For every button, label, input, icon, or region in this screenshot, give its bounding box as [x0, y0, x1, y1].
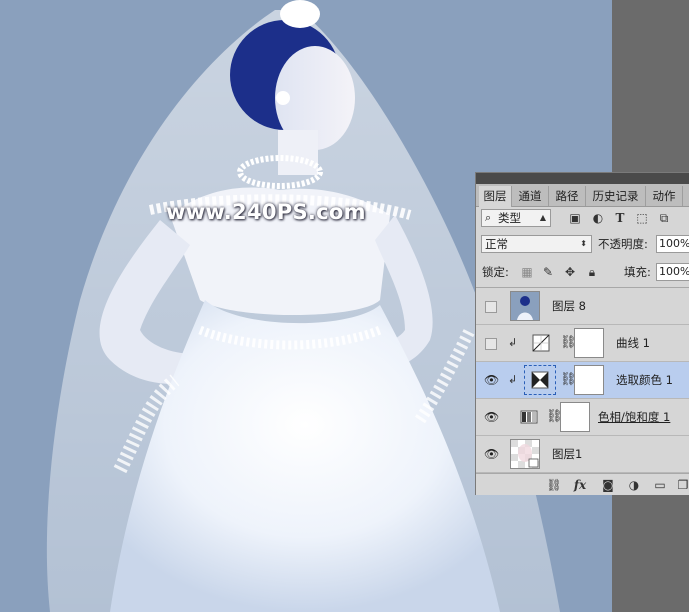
fill-input[interactable]: 100% — [656, 263, 689, 281]
layer-name[interactable]: 选取颜色 1 — [616, 372, 673, 388]
layer-row[interactable]: 👁︎ ⛓ 色相/饱和度 1 — [476, 399, 689, 436]
layer-name[interactable]: 色相/饱和度 1 — [598, 409, 670, 425]
tab-layers[interactable]: 图层 — [479, 186, 512, 207]
panel-footer: ⛓ fx ◙ ◑ ▭ ❐ — [476, 473, 689, 495]
layer-list: 图层 8 ↲ ⛓ 曲线 1 👁︎ ↲ ⛓ 选取颜色 1 👁︎ ⛓ 色相/饱和度 … — [476, 287, 689, 474]
new-group-icon[interactable]: ▭ — [652, 477, 668, 493]
updown-arrow-icon: ⬍ — [580, 239, 587, 248]
image-filter-icon[interactable]: ▣ — [568, 211, 582, 225]
fx-icon[interactable]: fx — [572, 477, 588, 493]
opacity-input[interactable]: 100% — [656, 235, 689, 253]
selective-color-adjustment-icon — [531, 371, 549, 389]
layer-mask-thumbnail[interactable] — [574, 328, 604, 358]
layer-row[interactable]: 👁︎ ↲ ⛓ 选取颜色 1 — [476, 362, 689, 399]
opacity-label: 不透明度: — [598, 237, 648, 251]
layers-panel: 图层 通道 路径 历史记录 动作 ⌕ 类型 ▲ ▣ ◐ T ⬚ ⧉ 正常 ⬍ 不… — [475, 172, 689, 495]
search-icon: ⌕ — [485, 211, 492, 224]
hue-saturation-adjustment-icon — [520, 410, 538, 424]
add-mask-icon[interactable]: ◙ — [600, 477, 616, 493]
lock-position-icon[interactable]: ✥ — [563, 265, 577, 279]
adjustment-thumbnail-frame — [524, 365, 556, 395]
lock-transparent-icon[interactable]: ▦ — [520, 265, 534, 279]
new-adjustment-icon[interactable]: ◑ — [626, 477, 642, 493]
clipping-mask-icon: ↲ — [508, 336, 518, 349]
watermark-text: www.240PS.com — [166, 200, 366, 224]
blend-mode-value: 正常 — [485, 237, 508, 251]
panel-tab-bar: 图层 通道 路径 历史记录 动作 — [476, 184, 689, 207]
layer-mask-thumbnail[interactable] — [574, 365, 604, 395]
lock-image-icon[interactable]: ✎ — [541, 265, 555, 279]
new-layer-icon[interactable]: ❐ — [675, 477, 689, 493]
layer-thumbnail — [510, 291, 540, 321]
shape-filter-icon[interactable]: ⬚ — [635, 211, 649, 225]
eye-icon[interactable]: 👁︎ — [484, 374, 499, 386]
tab-channels[interactable]: 通道 — [512, 186, 549, 206]
filter-type-label: 类型 — [498, 211, 521, 225]
filter-type-select[interactable]: ⌕ 类型 ▲ — [481, 209, 551, 227]
updown-arrow-icon: ▲ — [539, 213, 546, 222]
fill-label: 填充: — [624, 265, 651, 279]
layer-name[interactable]: 图层1 — [552, 446, 582, 462]
lock-label: 锁定: — [482, 265, 509, 279]
tab-paths[interactable]: 路径 — [549, 186, 586, 206]
tab-history[interactable]: 历史记录 — [586, 186, 646, 206]
eye-icon[interactable]: 👁︎ — [484, 411, 499, 423]
tab-actions[interactable]: 动作 — [646, 186, 683, 206]
panel-title-strip[interactable] — [476, 173, 689, 184]
blend-mode-select[interactable]: 正常 ⬍ — [481, 235, 592, 253]
eye-icon[interactable]: 👁︎ — [484, 448, 499, 460]
link-layers-icon[interactable]: ⛓ — [546, 477, 562, 493]
type-filter-icon[interactable]: T — [613, 211, 627, 225]
visibility-toggle[interactable] — [485, 301, 497, 313]
layer-name[interactable]: 图层 8 — [552, 298, 586, 314]
layer-row[interactable]: ↲ ⛓ 曲线 1 — [476, 325, 689, 362]
clipping-mask-icon: ↲ — [508, 373, 518, 386]
layer-name[interactable]: 曲线 1 — [616, 335, 650, 351]
filter-row: ⌕ 类型 ▲ ▣ ◐ T ⬚ ⧉ — [476, 209, 689, 231]
smart-object-filter-icon[interactable]: ⧉ — [657, 211, 671, 225]
lock-row: 锁定: ▦ ✎ ✥ 🔒︎ 填充: 100% — [476, 263, 689, 285]
lock-all-icon[interactable]: 🔒︎ — [585, 265, 599, 279]
blend-row: 正常 ⬍ 不透明度: 100% — [476, 235, 689, 257]
layer-mask-thumbnail[interactable] — [560, 402, 590, 432]
layer-thumbnail — [510, 439, 540, 469]
curves-adjustment-icon — [532, 334, 550, 352]
layer-row[interactable]: 👁︎ 图层1 — [476, 436, 689, 473]
layer-row[interactable]: 图层 8 — [476, 288, 689, 325]
visibility-toggle[interactable] — [485, 338, 497, 350]
adjustment-filter-icon[interactable]: ◐ — [591, 211, 605, 225]
